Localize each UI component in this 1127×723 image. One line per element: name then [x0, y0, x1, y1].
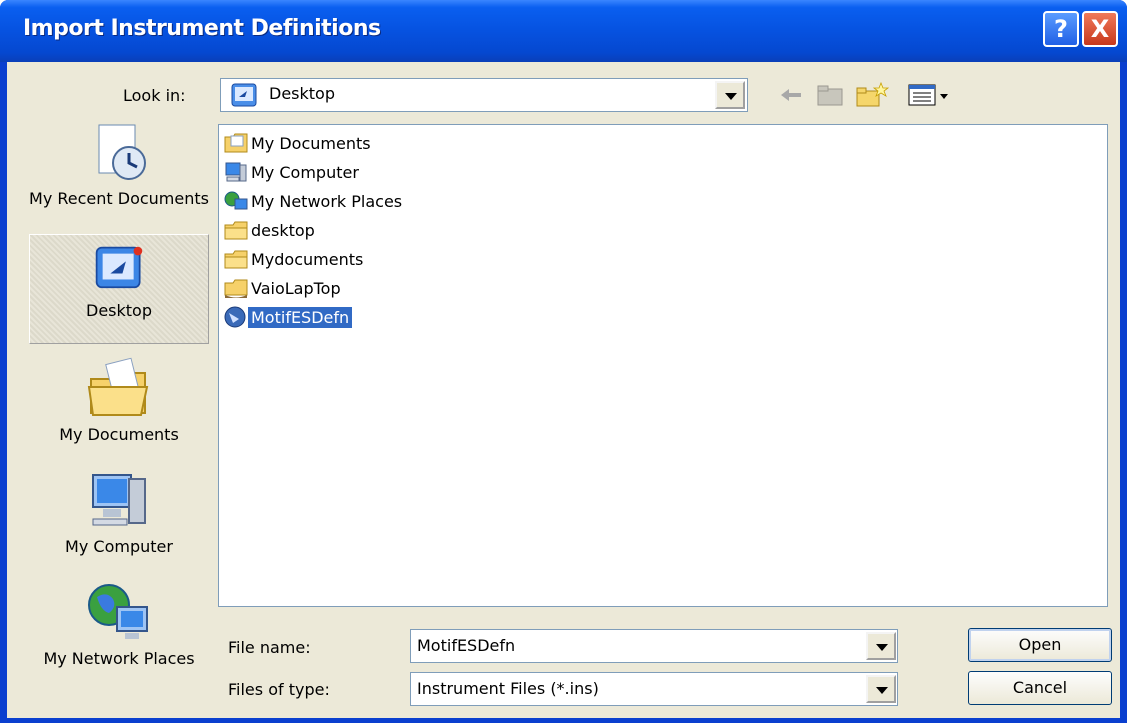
place-desktop[interactable]: Desktop — [29, 234, 209, 344]
file-type-dropdown-arrow[interactable] — [866, 675, 896, 703]
back-arrow-icon[interactable] — [777, 81, 805, 109]
list-item-selected[interactable]: MotifESDefn — [223, 303, 353, 331]
file-name: My Network Places — [251, 191, 403, 211]
place-label: My Network Places — [43, 649, 195, 668]
look-in-value: Desktop — [269, 84, 335, 103]
place-my-recent-documents[interactable]: My Recent Documents — [29, 117, 209, 229]
look-in-dropdown[interactable]: Desktop — [220, 78, 748, 112]
shared-folder-icon — [224, 279, 248, 298]
file-type-label: Files of type: — [228, 680, 330, 699]
view-menu-icon[interactable] — [907, 81, 951, 109]
close-button[interactable]: X — [1082, 11, 1118, 47]
file-name-value: MotifESDefn — [417, 636, 516, 655]
file-name: desktop — [251, 220, 315, 240]
file-type-dropdown[interactable]: Instrument Files (*.ins) — [410, 672, 898, 706]
place-label: My Documents — [59, 425, 179, 444]
file-list[interactable]: My Documents My Computer My Network Plac… — [218, 124, 1108, 607]
place-label: Desktop — [86, 301, 152, 320]
place-label: My Recent Documents — [29, 189, 209, 208]
open-button[interactable]: Open — [968, 628, 1112, 662]
look-in-label: Look in: — [123, 86, 186, 105]
my-documents-icon — [224, 133, 248, 153]
list-item[interactable]: VaioLapTop — [223, 274, 341, 302]
file-name: VaioLapTop — [251, 278, 341, 298]
file-name-dropdown-arrow[interactable] — [866, 632, 896, 660]
file-name: MotifESDefn — [248, 306, 353, 328]
list-item[interactable]: Mydocuments — [223, 245, 363, 273]
look-in-dropdown-arrow[interactable] — [715, 81, 745, 109]
up-folder-icon[interactable] — [815, 81, 845, 109]
my-documents-folder-icon — [87, 357, 149, 416]
file-name: Mydocuments — [251, 249, 364, 269]
dialog-window: Import Instrument Definitions ? X Look i… — [0, 0, 1127, 723]
new-folder-icon[interactable] — [855, 81, 889, 109]
cancel-button[interactable]: Cancel — [968, 671, 1112, 705]
dialog-body: Look in: Desktop My Recent Documents Des… — [7, 62, 1120, 718]
network-places-icon — [88, 584, 148, 639]
list-item[interactable]: desktop — [223, 216, 315, 244]
file-name-input[interactable]: MotifESDefn — [410, 629, 898, 663]
file-name: My Documents — [251, 133, 371, 153]
place-my-network-places[interactable]: My Network Places — [29, 577, 209, 707]
instrument-file-icon — [224, 306, 246, 328]
list-item[interactable]: My Network Places — [223, 187, 402, 215]
desktop-icon — [95, 246, 143, 289]
folder-icon — [224, 250, 248, 269]
file-name: My Computer — [251, 162, 359, 182]
desktop-icon — [231, 83, 257, 107]
places-bar: My Recent Documents Desktop My Documents — [29, 117, 217, 710]
file-name-label: File name: — [228, 638, 311, 657]
network-places-icon — [224, 191, 248, 210]
file-type-value: Instrument Files (*.ins) — [417, 679, 599, 698]
list-item[interactable]: My Computer — [223, 158, 359, 186]
place-my-documents[interactable]: My Documents — [29, 353, 209, 465]
dialog-title: Import Instrument Definitions — [23, 16, 381, 41]
list-item[interactable]: My Documents — [223, 129, 371, 157]
title-bar[interactable]: Import Instrument Definitions ? X — [0, 0, 1127, 62]
help-button[interactable]: ? — [1043, 11, 1079, 47]
place-label: My Computer — [65, 537, 173, 556]
place-my-computer[interactable]: My Computer — [29, 465, 209, 577]
my-computer-icon — [92, 474, 146, 526]
folder-icon — [224, 221, 248, 240]
my-computer-icon — [225, 162, 247, 182]
recent-documents-icon — [98, 124, 146, 180]
